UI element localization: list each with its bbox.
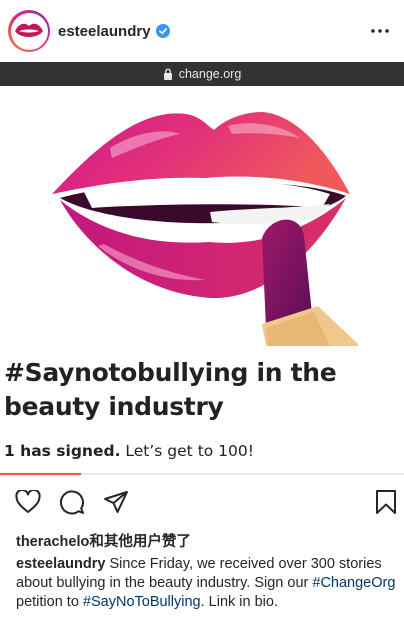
comment-button[interactable] bbox=[56, 486, 88, 518]
lips-logo-icon bbox=[15, 23, 43, 37]
avatar-image bbox=[10, 12, 48, 50]
save-button[interactable] bbox=[370, 486, 402, 518]
lock-icon bbox=[163, 68, 172, 80]
caption-text: petition to bbox=[16, 594, 83, 610]
post-image[interactable]: #Saynotobullying in the beauty industry … bbox=[0, 86, 404, 476]
caption-text: . Link in bio. bbox=[200, 594, 278, 610]
more-horizontal-icon bbox=[371, 29, 389, 33]
hashtag-link[interactable]: #ChangeOrg bbox=[312, 575, 395, 591]
post-caption: esteelaundry Since Friday, we received o… bbox=[16, 555, 396, 612]
more-options-button[interactable] bbox=[368, 19, 392, 43]
signature-goal: Let’s get to 100! bbox=[125, 442, 254, 460]
like-button[interactable] bbox=[12, 486, 44, 518]
petition-progress-bar bbox=[0, 473, 404, 475]
post-header: esteelaundry bbox=[0, 0, 404, 62]
share-icon bbox=[104, 491, 128, 513]
share-button[interactable] bbox=[100, 486, 132, 518]
verified-badge-icon bbox=[155, 24, 170, 38]
browser-url-bar: change.org bbox=[0, 62, 404, 86]
petition-headline: #Saynotobullying in the beauty industry bbox=[4, 358, 337, 421]
avatar[interactable] bbox=[8, 10, 50, 52]
lips-illustration-icon bbox=[52, 112, 358, 346]
likes-summary[interactable]: therachelo和其他用户赞了 bbox=[16, 530, 191, 551]
comment-icon bbox=[59, 490, 84, 515]
caption-username[interactable]: esteelaundry bbox=[16, 556, 105, 572]
petition-progress-fill bbox=[0, 473, 81, 475]
heart-icon bbox=[15, 490, 41, 513]
hashtag-link[interactable]: #SayNoToBullying bbox=[83, 594, 201, 610]
bookmark-icon bbox=[376, 490, 396, 514]
post-actions bbox=[0, 486, 404, 522]
petition-signature-count: 1 has signed. Let’s get to 100! bbox=[4, 442, 254, 460]
signed-count: 1 has signed. bbox=[4, 442, 121, 460]
post-username[interactable]: esteelaundry bbox=[58, 23, 151, 40]
url-text: change.org bbox=[178, 67, 242, 81]
